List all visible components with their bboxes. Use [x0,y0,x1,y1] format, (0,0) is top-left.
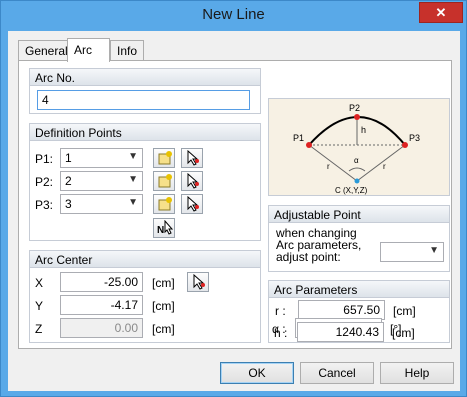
center-x-unit: [cm] [152,276,175,290]
p2-value: 2 [65,174,72,188]
dialog-client: General Arc Info Arc No. 4 Definition Po… [8,31,460,391]
arc-center-group: Arc Center X -25.00 [cm] Y -4.17 [cm] Z … [29,250,261,343]
center-x-label: X [35,276,44,290]
new-node-p3-button[interactable] [153,194,175,214]
node-pick-icon: N [157,220,174,236]
arc-diagram-figure: P1 P2 P3 h r r α C (X,Y,Z) [293,103,420,195]
close-button[interactable]: ✕ [419,2,463,23]
pick-center-button[interactable] [187,272,209,292]
p1-value: 1 [65,151,72,165]
tab-arc[interactable]: Arc [67,38,110,62]
new-node-icon [158,197,172,211]
chevron-down-icon: ▼ [128,151,138,162]
arc-no-header: Arc No. [30,69,260,86]
p3-label: P3: [35,198,54,212]
arc-diagram: P1 P2 P3 h r r α C (X,Y,Z) [268,98,450,196]
center-y-label: Y [35,299,44,313]
param-alpha-label: α : [272,322,286,336]
window-title: New Line [202,6,265,23]
center-y-input[interactable]: -4.17 [60,295,143,315]
cursor-pick-icon [187,173,199,189]
arc-no-group: Arc No. 4 [29,68,261,114]
center-y-unit: [cm] [152,299,175,313]
help-button[interactable]: Help [380,362,454,384]
p3-select[interactable]: 3 ▼ [60,194,143,214]
adjustable-point-header: Adjustable Point [269,206,449,223]
svg-text:N: N [157,225,164,236]
diagram-r-left-label: r [327,162,330,171]
adjustable-point-group: Adjustable Point when changing Arc param… [268,205,450,272]
diagram-p3-label: P3 [409,133,420,143]
chevron-down-icon: ▼ [429,245,439,256]
cancel-button[interactable]: Cancel [300,362,374,384]
p1-select[interactable]: 1 ▼ [60,148,143,168]
center-z-input: 0.00 [60,318,143,338]
p3-value: 3 [65,197,72,211]
pick-all-nodes-button[interactable]: N [153,218,175,238]
diagram-p2-label: P2 [349,103,360,113]
p2-select[interactable]: 2 ▼ [60,171,143,191]
definition-points-header: Definition Points [30,124,260,141]
pick-p1-button[interactable] [181,148,203,168]
adjust-point-select[interactable]: ▼ [380,242,444,262]
diagram-alpha-label: α [354,156,359,165]
arc-parameters-header: Arc Parameters [269,281,449,298]
ok-button[interactable]: OK [220,362,294,384]
adjust-line3: adjust point: [276,250,341,264]
new-node-icon [158,174,172,188]
new-node-p1-button[interactable] [153,148,175,168]
chevron-down-icon: ▼ [128,197,138,208]
cursor-pick-icon [187,196,199,212]
chevron-down-icon: ▼ [128,174,138,185]
diagram-h-label: h [361,125,366,135]
new-node-p2-button[interactable] [153,171,175,191]
param-h-input[interactable]: 1240.43 [297,322,384,342]
pick-p3-button[interactable] [181,194,203,214]
arc-no-input[interactable]: 4 [37,90,250,110]
diagram-r-right-label: r [383,162,386,171]
cursor-pick-icon [187,150,199,166]
diagram-center-label: C (X,Y,Z) [335,186,368,195]
p2-label: P2: [35,175,54,189]
param-r-label: r : [275,304,286,318]
arc-tab-panel: Arc No. 4 Definition Points P1: 1 ▼ P2: [18,60,452,349]
tab-info[interactable]: Info [110,40,145,61]
param-r-unit: [cm] [393,304,416,318]
center-z-unit: [cm] [152,322,175,336]
new-node-icon [158,151,172,165]
arc-center-header: Arc Center [30,251,260,268]
cursor-pick-icon [193,274,205,290]
diagram-p1-label: P1 [293,133,304,143]
param-alpha-unit: [°] [390,322,402,336]
p1-label: P1: [35,152,54,166]
pick-p2-button[interactable] [181,171,203,191]
title-bar[interactable]: New Line ✕ [1,1,466,31]
center-x-input[interactable]: -25.00 [60,272,143,292]
center-z-label: Z [35,322,43,336]
dialog-window: New Line ✕ General Arc Info Arc No. 4 De… [0,0,467,397]
definition-points-group: Definition Points P1: 1 ▼ P2: 2 ▼ P3: 3 … [29,123,261,241]
param-r-input[interactable]: 657.50 [298,300,385,320]
